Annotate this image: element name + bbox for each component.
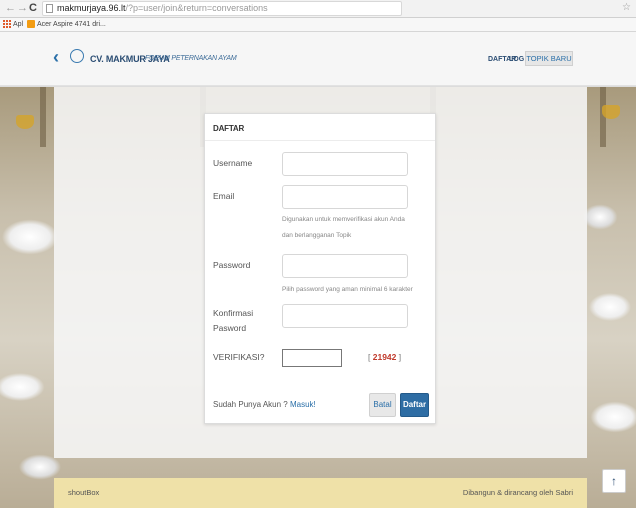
captcha-number: 21942 <box>372 352 397 362</box>
chevron-left-icon[interactable]: ‹ <box>53 47 59 68</box>
email-help-text: Digunakan untuk memverifikasi akun Anda … <box>282 216 405 239</box>
captcha-input[interactable] <box>282 349 342 367</box>
address-bar[interactable]: makmurjaya.96.lt/?p=user/join&return=con… <box>42 1 402 16</box>
password-label: Password <box>213 260 251 270</box>
bookmark-apps[interactable]: Apl <box>3 20 23 28</box>
bookmarks-bar: Apl Acer Aspire 4741 dri... <box>0 18 636 32</box>
footer-credit: Dibangun & dirancang oleh Sabri <box>462 488 573 497</box>
login-prompt: Sudah Punya Akun ? Masuk! <box>213 400 316 409</box>
email-input[interactable] <box>282 185 408 209</box>
url-path: /?p=user/join&return=conversations <box>125 3 268 13</box>
register-panel: DAFTAR Username Email Digunakan untuk me… <box>204 113 436 424</box>
bookmark-acer-label: Acer Aspire 4741 dri... <box>37 20 106 28</box>
browser-toolbar: ← → C makmurjaya.96.lt/?p=user/join&retu… <box>0 0 636 18</box>
captcha-code: [ 21942 ] <box>368 352 402 362</box>
arrow-up-icon[interactable]: ↑ <box>602 469 626 493</box>
apps-grid-icon <box>3 20 11 28</box>
bookmark-favicon-icon <box>27 20 35 28</box>
email-label: Email <box>213 191 235 201</box>
panel-divider <box>205 140 435 141</box>
brand-logo-icon[interactable] <box>70 49 84 63</box>
panel-title: DAFTAR <box>213 124 245 133</box>
shoutbox-link[interactable]: shoutBox <box>68 488 99 497</box>
page-icon <box>46 4 53 13</box>
star-icon[interactable]: ☆ <box>622 2 631 13</box>
reload-icon[interactable]: C <box>29 2 37 14</box>
password-help-text: Pilih password yang aman minimal 6 karak… <box>282 286 413 293</box>
bookmark-acer[interactable]: Acer Aspire 4741 dri... <box>27 20 106 28</box>
confirm-password-input[interactable] <box>282 304 408 328</box>
username-input[interactable] <box>282 152 408 176</box>
register-button[interactable]: Daftar <box>400 393 429 417</box>
cancel-button[interactable]: Batal <box>369 393 396 417</box>
back-arrow-icon[interactable]: ← <box>5 2 16 14</box>
forward-arrow-icon[interactable]: → <box>17 2 28 14</box>
confirm-password-label: Konfirmasi Pasword <box>213 308 254 333</box>
login-prompt-text: Sudah Punya Akun ? <box>213 400 288 409</box>
url-host: makmurjaya.96.lt <box>57 3 126 13</box>
brand-tagline: FORUM PETERNAKAN AYAM <box>145 55 237 62</box>
new-topic-button[interactable]: TOPIK BARU <box>525 51 573 66</box>
username-label: Username <box>213 158 253 168</box>
footer: shoutBox Dibangun & dirancang oleh Sabri <box>54 478 587 508</box>
site-header: ‹ CV. MAKMUR JAYA FORUM PETERNAKAN AYAM … <box>0 32 636 86</box>
login-link[interactable]: Masuk! <box>290 400 316 409</box>
captcha-label: VERIFIKASI? <box>213 352 265 362</box>
password-input[interactable] <box>282 254 408 278</box>
bookmark-apps-label: Apl <box>13 20 24 28</box>
